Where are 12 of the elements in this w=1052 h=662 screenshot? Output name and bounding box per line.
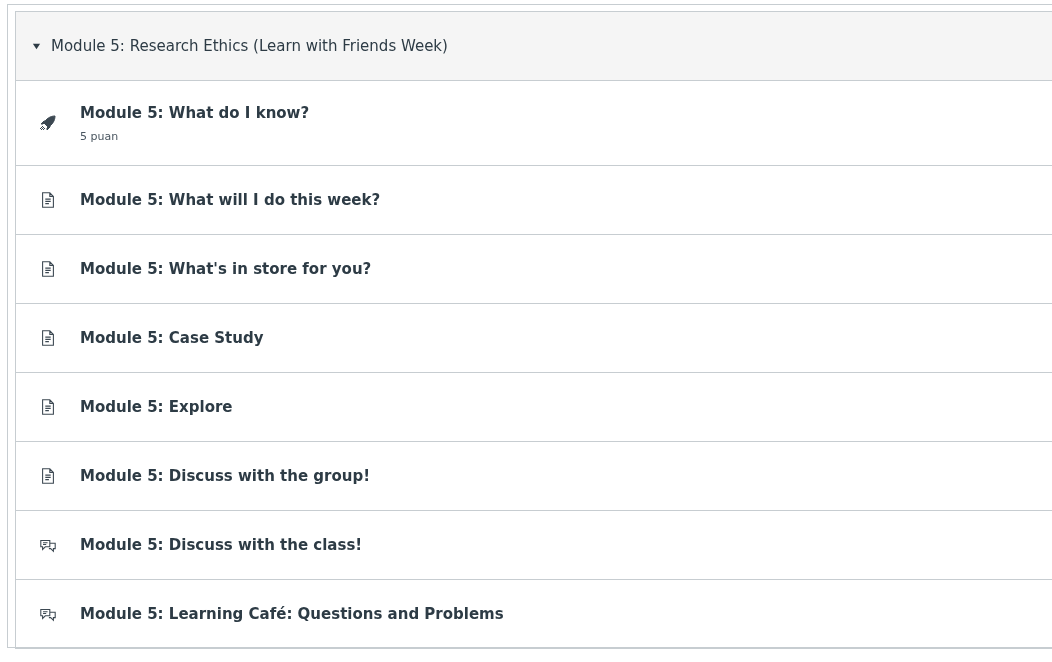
module-title: Module 5: Research Ethics (Learn with Friends Week) — [51, 37, 448, 55]
rocket-icon — [38, 113, 58, 133]
item-title-link[interactable]: Module 5: Case Study — [80, 329, 264, 347]
item-title-link[interactable]: Module 5: What will I do this week? — [80, 191, 381, 209]
module-header[interactable]: Module 5: Research Ethics (Learn with Friends Week) — [16, 12, 1052, 81]
item-title-link[interactable]: Module 5: Discuss with the class! — [80, 536, 363, 554]
points-label: 5 puan — [80, 129, 120, 143]
item-title-link[interactable]: Module 5: Explore — [80, 398, 233, 416]
item-title-link[interactable]: Module 5: What's in store for you? — [80, 260, 372, 278]
item-title-link[interactable]: Module 5: Discuss with the group! — [80, 467, 371, 485]
item-title-link[interactable]: Module 5: What do I know? — [80, 103, 310, 122]
item-title-link[interactable]: Module 5: Learning Café: Questions and Problems — [80, 605, 504, 623]
